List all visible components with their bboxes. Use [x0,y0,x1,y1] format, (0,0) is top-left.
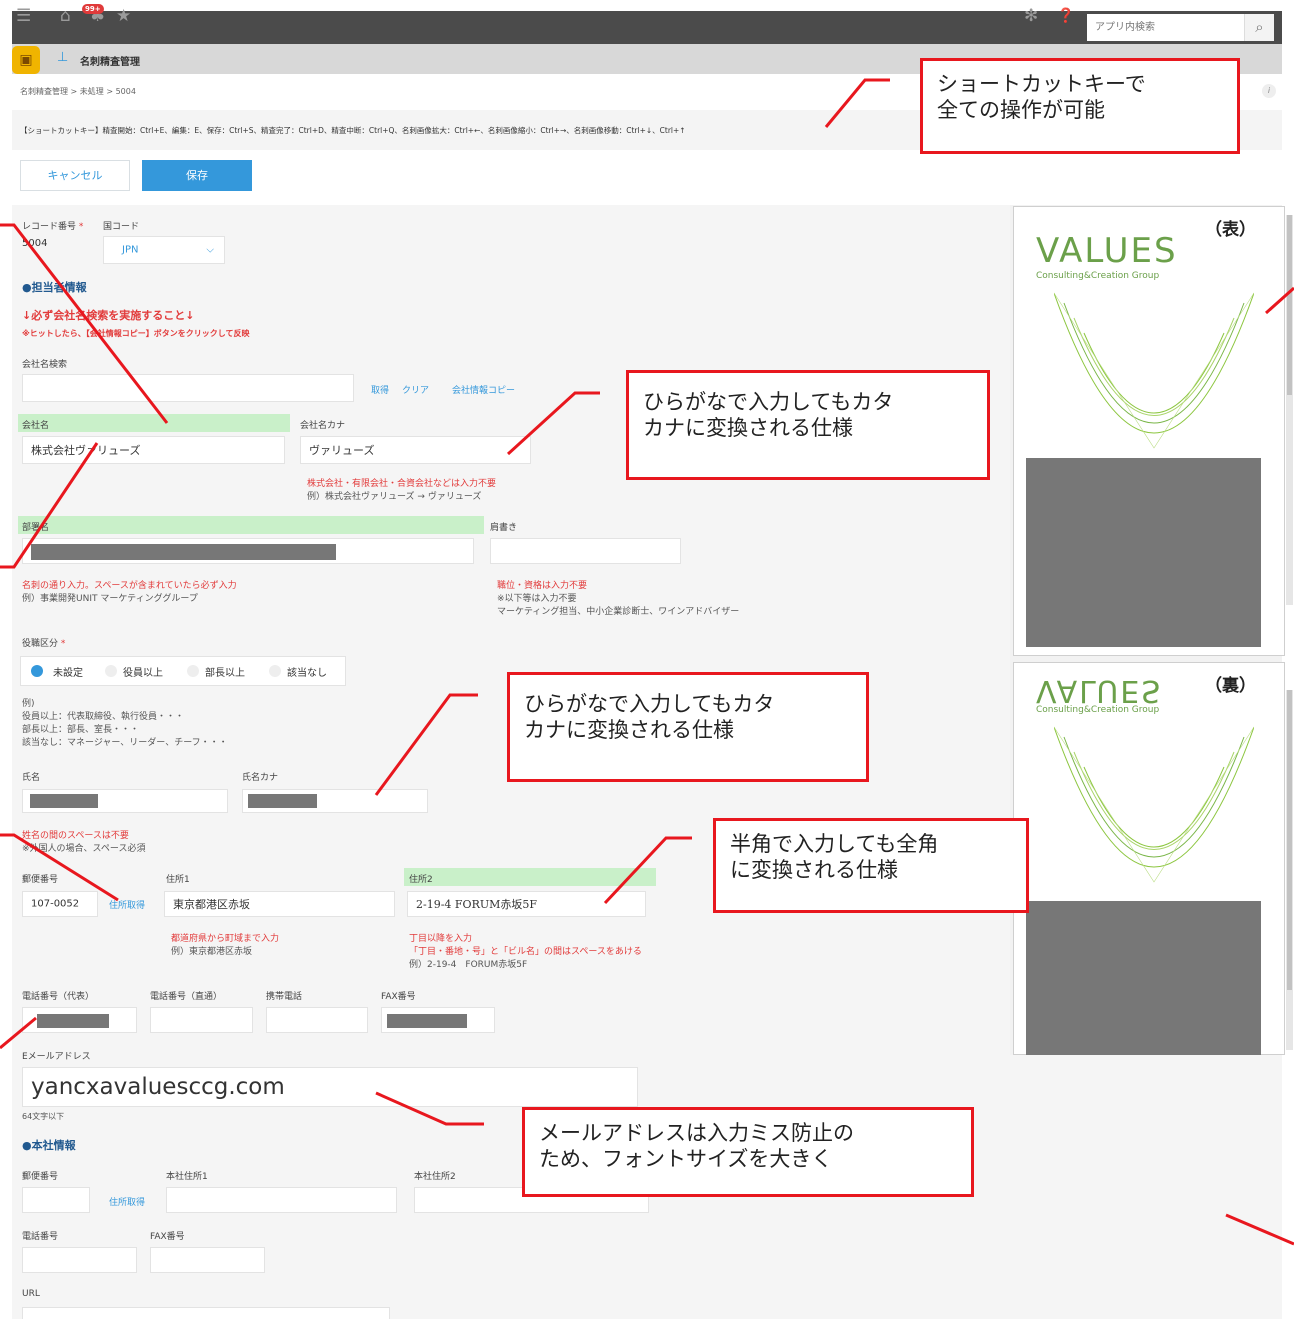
callout-email: メールアドレスは入力ミス防止の ため、フォントサイズを大きく [522,1107,974,1197]
callout-company-kana: ひらがなで入力してもカタ カナに変換される仕様 [626,370,990,480]
callout-name-kana: ひらがなで入力してもカタ カナに変換される仕様 [507,672,869,782]
callout-shortcut: ショートカットキーで 全ての操作が可能 [920,58,1240,154]
callout-fullwidth: 半角で入力しても全角 に変換される仕様 [713,818,1029,913]
